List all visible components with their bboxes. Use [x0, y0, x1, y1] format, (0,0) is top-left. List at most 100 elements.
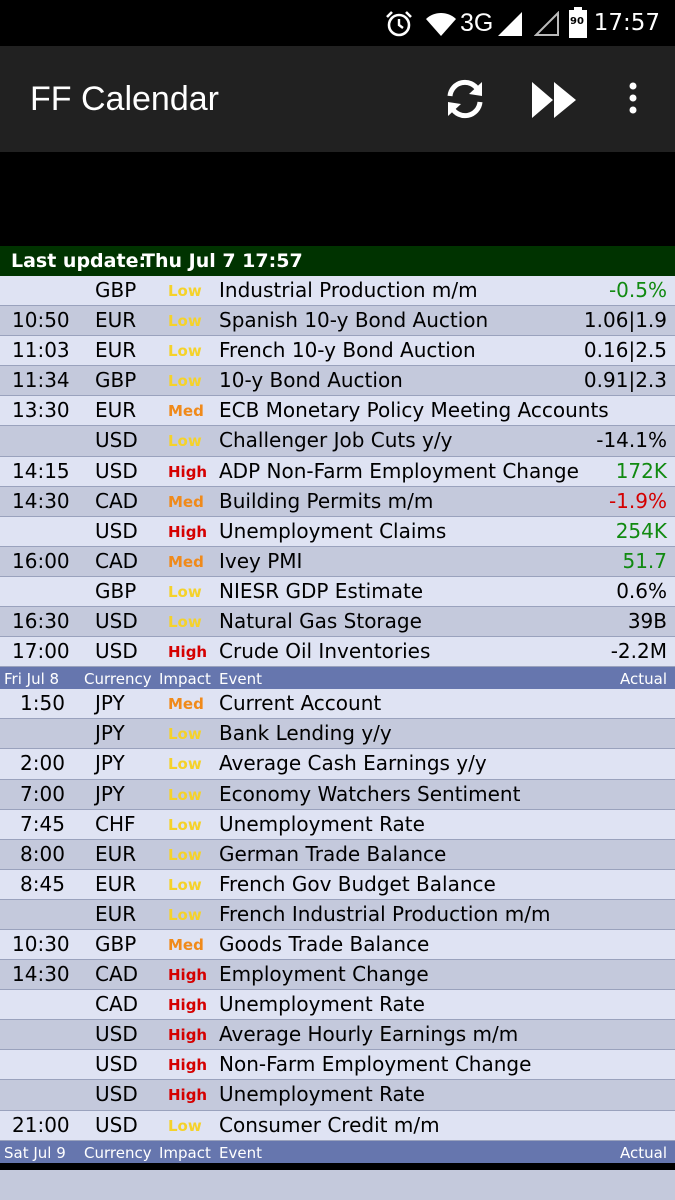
event-row[interactable]: 1:50 JPY Med Current Account	[0, 689, 675, 720]
event-row[interactable]: GBP Low NIESR GDP Estimate 0.6%	[0, 576, 675, 608]
event-row[interactable]: 16:30 USD Low Natural Gas Storage 39B	[0, 607, 675, 638]
event-row[interactable]: 14:30 CAD Med Building Permits m/m -1.9%	[0, 486, 675, 517]
wifi-icon	[425, 11, 457, 41]
event-actual: -14.1%	[596, 428, 667, 453]
event-impact: Low	[168, 342, 202, 361]
event-impact: Med	[168, 552, 204, 571]
event-row[interactable]: USD High Average Hourly Earnings m/m	[0, 1020, 675, 1051]
event-row[interactable]: EUR Low French Industrial Production m/m	[0, 899, 675, 930]
event-currency: CHF	[95, 811, 136, 836]
event-title: 10-y Bond Auction	[219, 368, 403, 393]
event-currency: JPY	[95, 781, 125, 806]
event-row[interactable]: 14:15 USD High ADP Non-Farm Employment Chan…	[0, 456, 675, 487]
event-row[interactable]: 21:00 USD Low Consumer Credit m/m	[0, 1110, 675, 1141]
event-currency: EUR	[95, 871, 137, 896]
event-actual: -0.5%	[608, 278, 667, 302]
event-time: 1:50	[20, 691, 65, 716]
event-impact: High	[168, 996, 208, 1015]
event-row[interactable]: 11:34 GBP Low 10-y Bond Auction 0.91|2.3	[0, 366, 675, 397]
day-header-date: Sat Jul 9	[4, 1143, 66, 1162]
event-row[interactable]: CAD High Unemployment Rate	[0, 990, 675, 1021]
event-impact: High	[168, 966, 208, 985]
event-title: Unemployment Rate	[219, 1082, 425, 1107]
event-currency: EUR	[95, 398, 137, 423]
event-time: 11:34	[12, 368, 70, 393]
event-currency: USD	[95, 518, 138, 543]
column-header-event: Event	[219, 1143, 262, 1162]
event-impact: Low	[168, 582, 202, 601]
event-row[interactable]: 17:00 USD High Crude Oil Inventories -2.2M	[0, 637, 675, 668]
event-title: Natural Gas Storage	[219, 609, 422, 634]
event-currency: USD	[95, 1082, 138, 1107]
event-time: 21:00	[12, 1112, 70, 1137]
event-currency: GBP	[95, 278, 137, 302]
event-impact: High	[168, 1056, 208, 1075]
event-title: NIESR GDP Estimate	[219, 578, 424, 603]
app-title: FF Calendar	[30, 80, 219, 118]
event-row[interactable]: USD High Unemployment Claims 254K	[0, 516, 675, 547]
event-title: Unemployment Rate	[219, 811, 425, 836]
battery-level: 90	[570, 16, 584, 27]
column-header-event: Event	[219, 670, 262, 689]
event-row[interactable]: 14:30 CAD High Employment Change	[0, 960, 675, 991]
event-title: Building Permits m/m	[219, 488, 434, 513]
event-row[interactable]: 11:03 EUR Low French 10-y Bond Auction 0.16|…	[0, 336, 675, 367]
calendar-list[interactable]: GBP Low Industrial Production m/m -0.5% 10:5…	[0, 276, 675, 1163]
event-row[interactable]: 16:00 CAD Med Ivey PMI 51.7	[0, 546, 675, 577]
event-title: German Trade Balance	[219, 841, 447, 866]
event-time: 10:30	[12, 931, 70, 956]
column-header-impact: Impact	[159, 1143, 211, 1162]
event-title: Average Cash Earnings y/y	[219, 751, 487, 776]
event-row[interactable]: 10:50 EUR Low Spanish 10-y Bond Auction 1.06…	[0, 306, 675, 337]
network-type-label: 3G	[460, 9, 494, 37]
fast-forward-icon[interactable]	[530, 80, 578, 124]
event-title: Challenger Job Cuts y/y	[219, 428, 453, 453]
event-currency: GBP	[95, 931, 137, 956]
event-impact: Low	[168, 282, 202, 300]
event-title: Unemployment Claims	[219, 518, 447, 543]
event-row[interactable]: USD High Non-Farm Employment Change	[0, 1050, 675, 1081]
event-title: Average Hourly Earnings m/m	[219, 1022, 519, 1047]
event-row[interactable]: GBP Low Industrial Production m/m -0.5%	[0, 276, 675, 307]
event-impact: Low	[168, 905, 202, 924]
event-impact: Low	[168, 755, 202, 774]
event-currency: USD	[95, 428, 138, 453]
event-currency: CAD	[95, 992, 139, 1017]
event-currency: GBP	[95, 368, 137, 393]
event-row[interactable]: 7:00 JPY Low Economy Watchers Sentiment	[0, 779, 675, 810]
event-row[interactable]: 7:45 CHF Low Unemployment Rate	[0, 809, 675, 840]
event-currency: EUR	[95, 338, 137, 363]
last-update-bar: Last update: Thu Jul 7 17:57	[0, 246, 675, 276]
event-actual: 51.7	[622, 548, 667, 573]
event-actual: 254K	[615, 518, 667, 543]
event-title: Non-Farm Employment Change	[219, 1052, 532, 1077]
column-header-actual: Actual	[620, 1143, 667, 1162]
event-time: 16:00	[12, 548, 70, 573]
event-row[interactable]: USD High Unemployment Rate	[0, 1080, 675, 1111]
column-header-actual: Actual	[620, 670, 667, 689]
event-row[interactable]: JPY Low Bank Lending y/y	[0, 719, 675, 750]
event-row[interactable]: USD Low Challenger Job Cuts y/y -14.1%	[0, 426, 675, 457]
event-impact: Low	[168, 785, 202, 804]
app-bar: FF Calendar	[0, 46, 675, 152]
event-time: 17:00	[12, 639, 70, 664]
event-time: 13:30	[12, 398, 70, 423]
event-time: 16:30	[12, 609, 70, 634]
refresh-icon[interactable]	[440, 74, 490, 128]
event-actual: 0.91|2.3	[583, 368, 667, 393]
event-title: French Gov Budget Balance	[219, 871, 496, 896]
event-actual: 0.6%	[616, 578, 667, 603]
event-impact: Low	[168, 725, 202, 744]
event-row[interactable]: 8:00 EUR Low German Trade Balance	[0, 839, 675, 870]
event-row[interactable]: 2:00 JPY Low Average Cash Earnings y/y	[0, 749, 675, 780]
battery-icon: 90	[568, 7, 588, 43]
event-time: 14:15	[12, 458, 70, 483]
event-row[interactable]: 8:45 EUR Low French Gov Budget Balance	[0, 869, 675, 900]
event-title: French Industrial Production m/m	[219, 901, 551, 926]
event-row[interactable]: 10:30 GBP Med Goods Trade Balance	[0, 929, 675, 961]
overflow-menu-icon[interactable]	[624, 82, 642, 122]
event-title: Employment Change	[219, 962, 429, 987]
list-bottom-fill	[0, 1170, 675, 1200]
event-actual: 39B	[627, 609, 667, 634]
event-row[interactable]: 13:30 EUR Med ECB Monetary Policy Meeting A…	[0, 396, 675, 427]
